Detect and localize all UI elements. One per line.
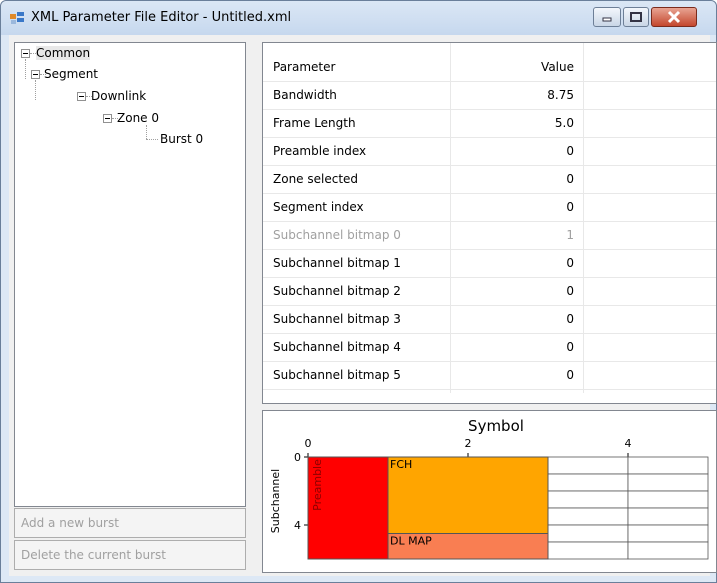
- tree-node-burst-0[interactable]: Burst 0: [160, 132, 203, 146]
- param-value[interactable]: 0: [451, 277, 574, 305]
- title-bar[interactable]: XML Parameter File Editor - Untitled.xml: [1, 1, 716, 35]
- region-label: DL MAP: [390, 535, 432, 548]
- grid-cell: [627, 541, 709, 560]
- x-tick-label: 4: [625, 437, 632, 450]
- param-name: Subchannel bitmap 3: [273, 312, 401, 326]
- tree-line: [146, 139, 158, 140]
- tree-line: [25, 59, 26, 79]
- param-value[interactable]: 0: [451, 165, 574, 193]
- tree-line: [146, 125, 147, 139]
- parameter-grid[interactable]: Parameter Value Bandwidth 8.75 Frame Len…: [262, 42, 717, 404]
- minimize-icon: [602, 17, 612, 22]
- y-tick-label: 0: [294, 451, 301, 464]
- param-name: Subchannel bitmap 1: [273, 256, 401, 270]
- grid-cell: [547, 524, 629, 543]
- app-icon: [10, 12, 24, 24]
- param-value[interactable]: 5.0: [451, 109, 574, 137]
- grid-row[interactable]: Subchannel bitmap 2 0: [263, 277, 716, 306]
- tree-expander-common[interactable]: [21, 49, 30, 58]
- window-title: XML Parameter File Editor - Untitled.xml: [31, 10, 292, 25]
- chart-title: Symbol: [468, 417, 524, 435]
- grid-row[interactable]: Bandwidth 8.75: [263, 81, 716, 110]
- tree-expander-zone[interactable]: [103, 114, 112, 123]
- grid-cell: [627, 456, 709, 475]
- param-value[interactable]: 8.75: [451, 81, 574, 109]
- add-burst-button[interactable]: Add a new burst: [14, 508, 246, 538]
- column-header-parameter[interactable]: Parameter: [273, 53, 449, 81]
- grid-row[interactable]: Subchannel bitmap 4 0: [263, 333, 716, 362]
- minimize-button[interactable]: [593, 7, 621, 27]
- tree-node-downlink[interactable]: Downlink: [91, 89, 146, 103]
- grid-cell: [627, 524, 709, 543]
- grid-row-disabled: Subchannel bitmap 0 1: [263, 221, 716, 250]
- tree-line: [35, 80, 36, 100]
- param-value: 1: [566, 228, 574, 242]
- grid-row[interactable]: Preamble index 0: [263, 137, 716, 166]
- grid-cell: [547, 490, 629, 509]
- tree-node-zone-0[interactable]: Zone 0: [117, 111, 159, 125]
- param-name: Bandwidth: [273, 88, 337, 102]
- param-name: Subchannel bitmap 0: [273, 228, 401, 242]
- tree-expander-downlink[interactable]: [77, 92, 86, 101]
- x-tick-label: 2: [465, 437, 472, 450]
- close-icon: [667, 10, 681, 24]
- param-name: Subchannel bitmap 5: [273, 368, 401, 382]
- tree-view[interactable]: Common Segment Downlink Zone 0 Burst 0: [14, 42, 246, 507]
- param-name: Zone selected: [273, 172, 359, 186]
- grid-cell: [547, 541, 629, 560]
- y-tick-label: 4: [294, 519, 301, 532]
- delete-burst-button[interactable]: Delete the current burst: [14, 540, 246, 570]
- grid-cell: [627, 473, 709, 492]
- grid-cell: [627, 507, 709, 526]
- close-button[interactable]: [651, 7, 697, 27]
- param-value[interactable]: 0: [451, 193, 574, 221]
- grid-row[interactable]: Subchannel bitmap 3 0: [263, 305, 716, 334]
- param-name: Subchannel bitmap 2: [273, 284, 401, 298]
- grid-cell: [547, 456, 629, 475]
- tree-node-segment[interactable]: Segment: [44, 67, 98, 81]
- param-name: Preamble index: [273, 144, 367, 158]
- frame-map-chart: Symbol Subchannel 0 2 4 0 4 Preamble FCH DL MA…: [269, 417, 709, 560]
- grid-row[interactable]: Segment index 0: [263, 193, 716, 222]
- y-axis-label: Subchannel: [269, 469, 282, 533]
- grid-row[interactable]: Subchannel bitmap 1 0: [263, 249, 716, 278]
- param-name: Frame Length: [273, 116, 356, 130]
- maximize-icon: [630, 12, 642, 22]
- tree-node-common[interactable]: Common: [36, 46, 91, 60]
- grid-row[interactable]: Frame Length 5.0: [263, 109, 716, 138]
- grid-header-row: Parameter Value: [263, 53, 716, 82]
- param-value[interactable]: 0: [451, 137, 574, 165]
- grid-cell: [547, 473, 629, 492]
- param-name: Subchannel bitmap 4: [273, 340, 401, 354]
- param-name: Segment index: [273, 200, 364, 214]
- region-label: FCH: [390, 458, 412, 471]
- param-value[interactable]: 0: [451, 361, 574, 389]
- grid-cell: [547, 507, 629, 526]
- tree-expander-segment[interactable]: [31, 70, 40, 79]
- param-value[interactable]: 0: [451, 305, 574, 333]
- grid-row[interactable]: Zone selected 0: [263, 165, 716, 194]
- grid-cell: [627, 490, 709, 509]
- column-header-value[interactable]: Value: [451, 53, 574, 81]
- param-value[interactable]: 0: [451, 249, 574, 277]
- maximize-button[interactable]: [623, 7, 649, 27]
- grid-row[interactable]: Subchannel bitmap 5 0: [263, 361, 716, 390]
- x-tick-label: 0: [305, 437, 312, 450]
- region-label: Preamble: [311, 459, 324, 511]
- param-value[interactable]: 0: [451, 333, 574, 361]
- frame-map-panel: Symbol Subchannel 0 2 4 0 4 Preamble FCH DL MA…: [262, 410, 717, 573]
